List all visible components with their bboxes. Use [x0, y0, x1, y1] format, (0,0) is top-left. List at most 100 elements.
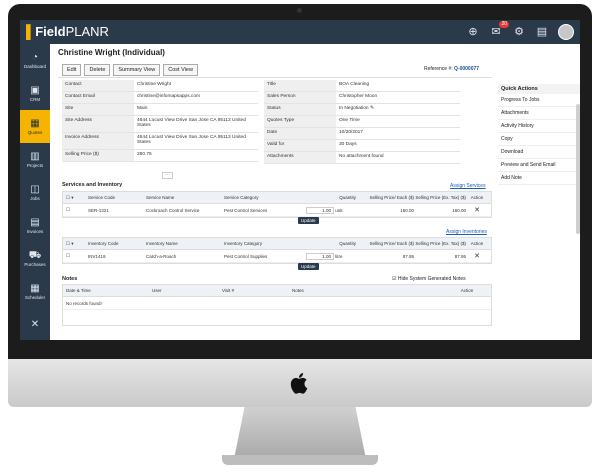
field-value: BOA Cleaning [339, 82, 370, 87]
sidebar-item-jobs[interactable]: ◫ Jobs [20, 176, 50, 209]
sidebar-item-dashboard[interactable]: ◔ Dashboard [20, 44, 50, 77]
app-screen: ▌FieldPLANR ⊕ ✉ 20 ⚙ ▤ ◔ Dashboard ▣ CRM ▦ Q… [20, 20, 580, 340]
quantity-field[interactable]: 1.00 unit [306, 206, 362, 214]
field-value: 280.75 [137, 152, 152, 157]
quick-action-preview-send-email[interactable]: Preview and Send Email [498, 159, 580, 172]
quick-action-progress-to-jobs[interactable]: Progress To Jobs [498, 94, 580, 107]
field-value: Main [137, 106, 148, 111]
quantity-field[interactable]: 1.00 litre [306, 252, 362, 260]
inventory-code: INV1419 [88, 253, 106, 259]
scrollbar[interactable] [576, 104, 580, 234]
field-value: 10/20/2017 [339, 130, 364, 135]
sidebar-item-crm[interactable]: ▣ CRM [20, 77, 50, 110]
quick-action-activity-history[interactable]: Activity History [498, 120, 580, 133]
inventory-table: ☐ ▾ Inventory Code Inventory Name Invent… [62, 237, 492, 264]
services-table: ☐ ▾ Service Code Service Name Service Ca… [62, 191, 492, 218]
column-header: Inventory Name [146, 241, 178, 246]
assign-services-link[interactable]: Assign Services [450, 183, 486, 189]
dashboard-icon: ◔ [31, 52, 39, 63]
calendar-icon: ▦ [30, 283, 40, 294]
field-value: One Time [339, 118, 360, 123]
sidebar: ◔ Dashboard ▣ CRM ▦ Quotes ▥ Projects ◫ Jobs … [20, 44, 50, 340]
services-heading: Services and Inventory [62, 182, 123, 188]
inventory-name: Catch-a-Roach [146, 253, 177, 259]
tools-icon: ✕ [30, 318, 40, 330]
select-all-checkbox[interactable]: ☐ ▾ [63, 241, 88, 247]
app-logo[interactable]: ▌FieldPLANR [26, 24, 109, 39]
cost-view-button[interactable]: Cost View [163, 64, 198, 76]
column-header: User [152, 288, 162, 293]
price-ex-tax: 160.00 [452, 207, 466, 213]
main-panel: Christine Wright (Individual) Edit Delet… [50, 44, 580, 340]
add-icon[interactable]: ⊕ [466, 25, 480, 39]
sidebar-item-invoices[interactable]: ▤ Invoices [20, 209, 50, 242]
field-label: Site Address [62, 116, 134, 132]
remove-icon[interactable]: ✕ [466, 252, 488, 260]
quick-action-attachments[interactable]: Attachments [498, 107, 580, 120]
invoice-icon: ▤ [30, 217, 40, 228]
column-header: Date & Time [66, 288, 91, 293]
hide-system-notes-toggle[interactable]: ☑ Hide System Generated Notes [392, 276, 466, 282]
field-value: Christopher Moon [339, 94, 378, 99]
field-label: Selling Price ($) [62, 150, 134, 161]
remove-icon[interactable]: ✕ [466, 206, 488, 214]
field-value: 30 Days [339, 142, 357, 147]
quick-action-add-note[interactable]: Add Note [498, 172, 580, 185]
column-header: Selling Price (Ex. Tax) ($) [415, 195, 466, 200]
field-label: Valid for [264, 140, 336, 151]
sidebar-item-tools[interactable]: ✕ [20, 308, 50, 340]
top-bar: ▌FieldPLANR ⊕ ✉ 20 ⚙ ▤ [20, 20, 580, 44]
field-value: Christine Wright [137, 82, 172, 87]
table-row: ☐ SER-1321 Cockroach Control Service Pes… [63, 204, 491, 217]
update-inventory-button[interactable]: Update [298, 263, 319, 270]
field-label: Contact Email [62, 92, 134, 103]
column-header: Selling Price/ Each ($) [369, 241, 414, 246]
field-label: Sales Person [264, 92, 336, 103]
column-header: Visit # [222, 288, 235, 293]
field-label: Status [264, 104, 336, 115]
quick-actions-title: Quick Actions [498, 84, 580, 94]
camera-icon [297, 8, 302, 13]
row-checkbox[interactable]: ☐ [63, 253, 88, 259]
update-services-button[interactable]: Update [298, 217, 319, 224]
summary-view-button[interactable]: Summary View [113, 64, 161, 76]
sidebar-item-projects[interactable]: ▥ Projects [20, 143, 50, 176]
quick-action-copy[interactable]: Copy [498, 133, 580, 146]
sidebar-item-quotes[interactable]: ▦ Quotes [20, 110, 50, 143]
quick-action-download[interactable]: Download [498, 146, 580, 159]
notes-heading: Notes [62, 276, 78, 282]
price-each: 160.00 [400, 207, 414, 213]
assign-inventories-link[interactable]: Assign Inventories [446, 229, 487, 235]
chat-icon[interactable]: ▤ [535, 25, 549, 39]
column-header: Action [460, 288, 474, 293]
sidebar-item-purchases[interactable]: ⛟ Purchases [20, 242, 50, 275]
briefcase-icon: ◫ [30, 184, 40, 195]
monitor-foot [222, 455, 378, 465]
service-name: Cockroach Control Service [146, 207, 200, 213]
column-header: Action [470, 241, 484, 246]
field-label: Invoice Address [62, 133, 134, 149]
price-ex-tax: 87.95 [454, 253, 466, 259]
sidebar-item-scheduler[interactable]: ▦ Scheduler [20, 275, 50, 308]
select-all-checkbox[interactable]: ☐ ▾ [63, 195, 88, 201]
status-value: In Negotiation ✎ [339, 106, 374, 111]
pencil-icon[interactable]: ✎ [370, 106, 374, 111]
delete-button[interactable]: Delete [84, 64, 111, 76]
checkbox-icon[interactable]: ☑ [392, 276, 396, 282]
mail-icon[interactable]: ✉ 20 [489, 21, 509, 39]
field-value: No attachment found [339, 154, 384, 159]
quick-actions-panel: Quick Actions Progress To Jobs Attachmen… [498, 84, 580, 185]
avatar[interactable] [558, 24, 574, 40]
column-header: Inventory Category [224, 241, 263, 246]
empty-message: No records found! [63, 297, 491, 310]
projects-icon: ▥ [30, 151, 40, 162]
field-label: Site [62, 104, 134, 115]
field-label: Quotes Type [264, 116, 336, 127]
service-code: SER-1321 [88, 207, 109, 213]
column-header: Notes [292, 288, 304, 293]
edit-button[interactable]: Edit [62, 64, 82, 76]
expand-handle[interactable]: ··· [162, 172, 173, 179]
column-header: Service Code [88, 195, 116, 200]
gear-icon[interactable]: ⚙ [512, 25, 526, 39]
row-checkbox[interactable]: ☐ [63, 207, 88, 213]
